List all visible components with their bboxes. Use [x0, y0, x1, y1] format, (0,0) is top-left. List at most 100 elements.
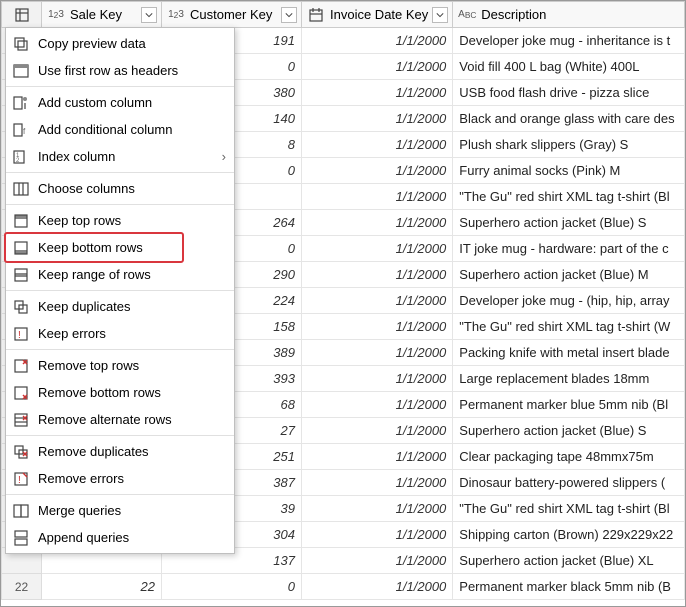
cell-invoice-date[interactable]: 1/1/2000: [302, 340, 453, 366]
cell-description[interactable]: Packing knife with metal insert blade: [453, 340, 685, 366]
cell-invoice-date[interactable]: 1/1/2000: [302, 80, 453, 106]
cell-description[interactable]: Plush shark slippers (Gray) S: [453, 132, 685, 158]
cell-sale-key[interactable]: 22: [42, 574, 162, 600]
menu-label: Index column: [38, 149, 115, 164]
index-icon: 12: [12, 148, 30, 166]
menu-keep-top[interactable]: Keep top rows: [6, 207, 234, 234]
menu-keep-errors[interactable]: ! Keep errors: [6, 320, 234, 347]
menu-label: Use first row as headers: [38, 63, 178, 78]
cell-description[interactable]: Large replacement blades 18mm: [453, 366, 685, 392]
menu-label: Remove duplicates: [38, 444, 149, 459]
cell-invoice-date[interactable]: 1/1/2000: [302, 496, 453, 522]
menu-label: Remove errors: [38, 471, 124, 486]
menu-label: Remove bottom rows: [38, 385, 161, 400]
filter-dropdown-icon[interactable]: [432, 7, 448, 23]
menu-remove-alternate[interactable]: Remove alternate rows: [6, 406, 234, 433]
menu-copy-preview[interactable]: Copy preview data: [6, 30, 234, 57]
cell-invoice-date[interactable]: 1/1/2000: [302, 288, 453, 314]
menu-separator: [6, 349, 234, 350]
menu-keep-range[interactable]: Keep range of rows: [6, 261, 234, 288]
date-type-icon: [306, 7, 326, 23]
cell-description[interactable]: Black and orange glass with care des: [453, 106, 685, 132]
keep-errors-icon: !: [12, 325, 30, 343]
remove-top-icon: [12, 357, 30, 375]
cell-invoice-date[interactable]: 1/1/2000: [302, 54, 453, 80]
menu-keep-bottom[interactable]: Keep bottom rows: [6, 234, 234, 261]
filter-dropdown-icon[interactable]: [141, 7, 157, 23]
menu-merge-queries[interactable]: Merge queries: [6, 497, 234, 524]
column-label: Customer Key: [190, 7, 272, 22]
menu-separator: [6, 86, 234, 87]
cell-invoice-date[interactable]: 1/1/2000: [302, 262, 453, 288]
menu-index-column[interactable]: 12 Index column ›: [6, 143, 234, 170]
menu-append-queries[interactable]: Append queries: [6, 524, 234, 551]
keep-duplicates-icon: [12, 298, 30, 316]
append-icon: [12, 529, 30, 547]
cell-invoice-date[interactable]: 1/1/2000: [302, 548, 453, 574]
cell-invoice-date[interactable]: 1/1/2000: [302, 236, 453, 262]
cell-invoice-date[interactable]: 1/1/2000: [302, 444, 453, 470]
number-type-icon: 123: [166, 7, 186, 23]
remove-bottom-icon: [12, 384, 30, 402]
cell-invoice-date[interactable]: 1/1/2000: [302, 366, 453, 392]
menu-use-first-row[interactable]: Use first row as headers: [6, 57, 234, 84]
filter-dropdown-icon[interactable]: [281, 7, 297, 23]
menu-choose-columns[interactable]: Choose columns: [6, 175, 234, 202]
cell-description[interactable]: Developer joke mug - inheritance is t: [453, 28, 685, 54]
cell-description[interactable]: IT joke mug - hardware: part of the c: [453, 236, 685, 262]
menu-separator: [6, 204, 234, 205]
cell-description[interactable]: Dinosaur battery-powered slippers (: [453, 470, 685, 496]
cell-invoice-date[interactable]: 1/1/2000: [302, 132, 453, 158]
column-label: Sale Key: [70, 7, 122, 22]
cell-invoice-date[interactable]: 1/1/2000: [302, 210, 453, 236]
cell-description[interactable]: "The Gu" red shirt XML tag t-shirt (Bl: [453, 184, 685, 210]
cell-invoice-date[interactable]: 1/1/2000: [302, 470, 453, 496]
cell-description[interactable]: Permanent marker black 5mm nib (B: [453, 574, 685, 600]
menu-label: Copy preview data: [38, 36, 146, 51]
cell-invoice-date[interactable]: 1/1/2000: [302, 106, 453, 132]
menu-keep-duplicates[interactable]: Keep duplicates: [6, 293, 234, 320]
table-row[interactable]: 222201/1/2000Permanent marker black 5mm …: [2, 574, 685, 600]
cell-description[interactable]: Shipping carton (Brown) 229x229x22: [453, 522, 685, 548]
column-header-invoice-date[interactable]: Invoice Date Key: [302, 2, 453, 28]
cell-description[interactable]: Void fill 400 L bag (White) 400L: [453, 54, 685, 80]
row-number[interactable]: 22: [2, 574, 42, 600]
cell-description[interactable]: Developer joke mug - (hip, hip, array: [453, 288, 685, 314]
cell-description[interactable]: Furry animal socks (Pink) M: [453, 158, 685, 184]
select-all-corner[interactable]: [2, 2, 42, 28]
menu-label: Choose columns: [38, 181, 135, 196]
cell-description[interactable]: "The Gu" red shirt XML tag t-shirt (W: [453, 314, 685, 340]
menu-remove-top[interactable]: Remove top rows: [6, 352, 234, 379]
cell-description[interactable]: Superhero action jacket (Blue) S: [453, 210, 685, 236]
cell-invoice-date[interactable]: 1/1/2000: [302, 418, 453, 444]
cell-description[interactable]: Superhero action jacket (Blue) S: [453, 418, 685, 444]
menu-remove-errors[interactable]: ! Remove errors: [6, 465, 234, 492]
cell-invoice-date[interactable]: 1/1/2000: [302, 392, 453, 418]
cell-description[interactable]: Clear packaging tape 48mmx75m: [453, 444, 685, 470]
cell-invoice-date[interactable]: 1/1/2000: [302, 184, 453, 210]
cell-invoice-date[interactable]: 1/1/2000: [302, 574, 453, 600]
cell-invoice-date[interactable]: 1/1/2000: [302, 158, 453, 184]
cell-description[interactable]: Permanent marker blue 5mm nib (Bl: [453, 392, 685, 418]
column-header-sale-key[interactable]: 123 Sale Key: [42, 2, 162, 28]
menu-remove-duplicates[interactable]: Remove duplicates: [6, 438, 234, 465]
cell-invoice-date[interactable]: 1/1/2000: [302, 314, 453, 340]
menu-add-conditional[interactable]: f Add conditional column: [6, 116, 234, 143]
cell-invoice-date[interactable]: 1/1/2000: [302, 28, 453, 54]
menu-label: Keep duplicates: [38, 299, 131, 314]
cell-invoice-date[interactable]: 1/1/2000: [302, 522, 453, 548]
menu-remove-bottom[interactable]: Remove bottom rows: [6, 379, 234, 406]
menu-add-custom[interactable]: Add custom column: [6, 89, 234, 116]
cell-description[interactable]: Superhero action jacket (Blue) XL: [453, 548, 685, 574]
column-header-customer-key[interactable]: 123 Customer Key: [162, 2, 302, 28]
cell-customer-key[interactable]: 0: [162, 574, 302, 600]
menu-label: Add conditional column: [38, 122, 172, 137]
cell-description[interactable]: "The Gu" red shirt XML tag t-shirt (Bl: [453, 496, 685, 522]
merge-icon: [12, 502, 30, 520]
cell-description[interactable]: Superhero action jacket (Blue) M: [453, 262, 685, 288]
cell-description[interactable]: USB food flash drive - pizza slice: [453, 80, 685, 106]
column-header-description[interactable]: ABC Description: [453, 2, 685, 28]
copy-icon: [12, 35, 30, 53]
column-label: Description: [481, 7, 546, 22]
remove-alternate-icon: [12, 411, 30, 429]
